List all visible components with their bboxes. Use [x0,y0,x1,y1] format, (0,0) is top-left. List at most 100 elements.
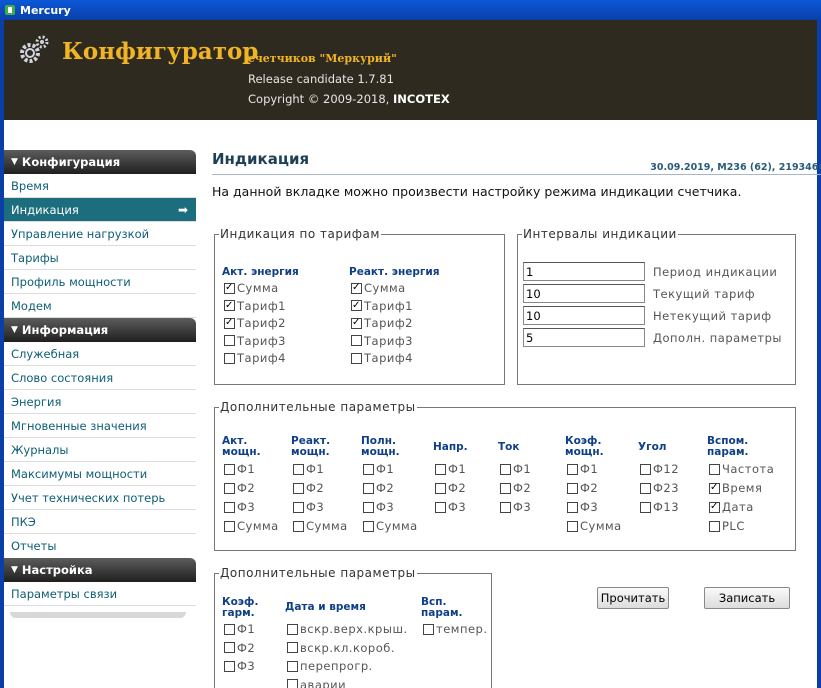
checkbox[interactable] [500,482,511,494]
extra1-checkbox-6-2[interactable]: Ф13 [640,500,679,514]
checkbox[interactable] [224,642,235,653]
extra1-checkbox-0-1[interactable]: Ф2 [224,481,255,495]
active-tariff-checkbox-4[interactable]: Тариф4 [224,351,286,365]
checkbox[interactable] [293,501,304,513]
checkbox[interactable] [709,520,720,532]
checkbox[interactable]: ✓ [351,317,362,329]
sidebar-section-1[interactable]: ▼ Информация [4,318,196,342]
checkbox[interactable] [224,660,235,672]
checkbox[interactable] [287,623,298,635]
checkbox[interactable]: ✓ [709,501,720,513]
sidebar-item-1-4[interactable]: Журналы [4,438,196,462]
checkbox[interactable] [293,482,304,494]
extra2-checkbox-1-2[interactable]: перепрогр. [287,659,373,673]
checkbox[interactable]: ✓ [709,482,720,494]
sidebar-item-1-8[interactable]: Отчеты [4,534,196,558]
write-button[interactable]: Записать [704,587,790,609]
extra1-checkbox-1-2[interactable]: Ф3 [293,500,324,514]
checkbox[interactable] [640,501,651,513]
extra1-checkbox-2-0[interactable]: Ф1 [363,462,394,476]
extra1-checkbox-3-0[interactable]: Ф1 [435,462,466,476]
extra1-checkbox-0-2[interactable]: Ф3 [224,500,255,514]
checkbox[interactable] [363,501,374,513]
interval-input-1[interactable]: 10 [523,284,645,303]
checkbox[interactable] [224,520,235,532]
checkbox[interactable] [500,463,511,475]
checkbox[interactable] [351,335,362,346]
extra1-checkbox-5-0[interactable]: Ф1 [567,462,598,476]
checkbox[interactable] [435,463,446,475]
checkbox[interactable] [363,520,374,532]
checkbox[interactable] [293,520,304,532]
checkbox[interactable] [567,463,578,475]
checkbox[interactable] [224,352,235,364]
checkbox[interactable] [363,463,374,475]
checkbox[interactable] [287,679,298,688]
checkbox[interactable] [500,501,511,513]
checkbox[interactable] [423,623,434,635]
extra1-checkbox-4-2[interactable]: Ф3 [500,500,531,514]
checkbox[interactable] [351,352,362,364]
checkbox[interactable] [435,482,446,494]
sidebar-item-0-4[interactable]: Профиль мощности [4,270,196,294]
checkbox[interactable] [293,463,304,475]
extra1-checkbox-4-1[interactable]: Ф2 [500,481,531,495]
checkbox[interactable] [567,520,578,532]
extra2-checkbox-2-0[interactable]: темпер. [423,622,488,636]
extra1-checkbox-7-2[interactable]: ✓ Дата [709,500,754,514]
interval-input-3[interactable]: 5 [523,328,645,347]
extra1-checkbox-4-0[interactable]: Ф1 [500,462,531,476]
sidebar-item-0-5[interactable]: Модем [4,294,196,318]
extra1-checkbox-7-1[interactable]: ✓ Время [709,481,762,495]
extra1-checkbox-6-1[interactable]: Ф23 [640,481,679,495]
extra2-checkbox-1-0[interactable]: вскр.верх.крыш. [287,622,408,636]
extra2-checkbox-1-1[interactable]: вскр.кл.короб. [287,641,395,655]
sidebar-item-2-0[interactable]: Параметры связи [4,582,196,606]
active-tariff-checkbox-3[interactable]: Тариф3 [224,334,286,348]
checkbox[interactable] [287,660,298,672]
checkbox[interactable] [363,482,374,494]
sidebar-section-0[interactable]: ▼ Конфигурация [4,150,196,174]
sidebar-item-0-2[interactable]: Управление нагрузкой [4,222,196,246]
extra1-checkbox-7-0[interactable]: Частота [709,462,774,476]
checkbox[interactable] [224,482,235,494]
reactive-tariff-checkbox-3[interactable]: Тариф3 [351,334,413,348]
sidebar-item-1-3[interactable]: Мгновенные значения [4,414,196,438]
extra1-checkbox-3-2[interactable]: Ф3 [435,500,466,514]
sidebar-item-1-6[interactable]: Учет технических потерь [4,486,196,510]
checkbox[interactable]: ✓ [351,300,362,311]
extra1-checkbox-6-0[interactable]: Ф12 [640,462,679,476]
extra1-checkbox-0-3[interactable]: Сумма [224,519,279,533]
extra1-checkbox-0-0[interactable]: Ф1 [224,462,255,476]
checkbox[interactable]: ✓ [224,317,235,329]
checkbox[interactable]: ✓ [224,300,235,311]
sidebar-item-1-1[interactable]: Слово состояния [4,366,196,390]
reactive-tariff-checkbox-0[interactable]: ✓ Сумма [351,281,406,295]
extra1-checkbox-5-1[interactable]: Ф2 [567,481,598,495]
active-tariff-checkbox-1[interactable]: ✓ Тариф1 [224,299,286,313]
interval-input-2[interactable]: 10 [523,306,645,325]
checkbox[interactable] [640,482,651,494]
sidebar-item-1-2[interactable]: Энергия [4,390,196,414]
sidebar-item-1-0[interactable]: Служебная [4,342,196,366]
extra2-checkbox-0-2[interactable]: Ф3 [224,659,255,673]
checkbox[interactable]: ✓ [351,282,362,294]
checkbox[interactable] [224,463,235,475]
sidebar-item-0-1[interactable]: Индикация ➡ [4,198,196,222]
extra1-checkbox-2-3[interactable]: Сумма [363,519,418,533]
active-tariff-checkbox-2[interactable]: ✓ Тариф2 [224,316,286,330]
checkbox[interactable] [287,642,298,653]
checkbox[interactable] [567,501,578,513]
read-button[interactable]: Прочитать [597,587,669,609]
sidebar-section-2[interactable]: ▼ Настройка [4,558,196,582]
sidebar-item-0-0[interactable]: Время [4,174,196,198]
extra1-checkbox-1-1[interactable]: Ф2 [293,481,324,495]
sidebar-item-1-5[interactable]: Максимумы мощности [4,462,196,486]
interval-input-0[interactable]: 1 [523,262,645,281]
reactive-tariff-checkbox-2[interactable]: ✓ Тариф2 [351,316,413,330]
checkbox[interactable] [224,501,235,513]
checkbox[interactable] [709,463,720,475]
extra1-checkbox-2-1[interactable]: Ф2 [363,481,394,495]
extra1-checkbox-1-0[interactable]: Ф1 [293,462,324,476]
active-tariff-checkbox-0[interactable]: ✓ Сумма [224,281,279,295]
